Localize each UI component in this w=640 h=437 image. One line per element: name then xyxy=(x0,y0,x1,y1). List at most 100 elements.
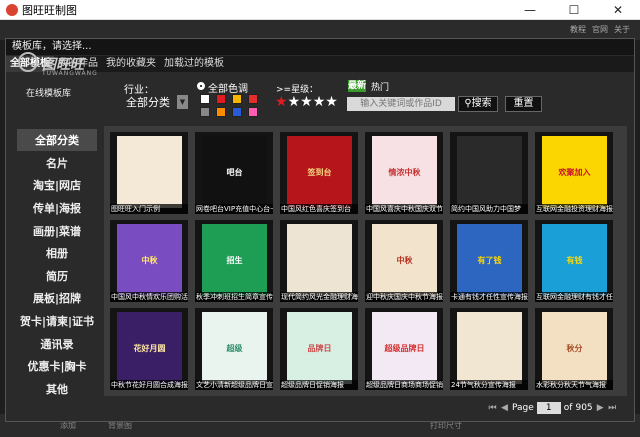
template-card[interactable]: 有了钱 卡通有钱才任性宣传海报 xyxy=(450,220,528,302)
template-caption: 24节气秋分宣传海报 xyxy=(450,380,528,390)
sidebar-item[interactable]: 通讯录 xyxy=(17,333,97,355)
template-thumbnail: 中秋 xyxy=(117,224,182,296)
page-number-input[interactable] xyxy=(536,402,561,414)
template-thumbnail-text: 超级 xyxy=(226,343,243,353)
industry-select-value: 全部分类 xyxy=(126,96,170,109)
template-thumbnail: 品牌日 xyxy=(287,312,352,384)
sidebar-item[interactable]: 全部分类 xyxy=(17,129,97,151)
template-caption: 超级品牌日促销海报 xyxy=(280,380,358,390)
next-page-button[interactable]: ▶ xyxy=(596,403,605,413)
tutorial-link[interactable]: 教程 xyxy=(570,24,586,35)
star-rating-selector[interactable]: ★★★★★ xyxy=(275,94,338,110)
color-swatch[interactable] xyxy=(232,107,242,117)
template-thumbnail: 有了钱 xyxy=(457,224,522,296)
template-caption: 网卷吧台VIP充值中心台卡 xyxy=(195,204,273,214)
template-card[interactable]: 欢聚加入 互联网金融投资理财海报 xyxy=(535,132,613,214)
template-thumbnail: 秋分 xyxy=(542,312,607,384)
sort-hot-button[interactable]: 热门 xyxy=(371,80,389,93)
sidebar-item[interactable]: 简历 xyxy=(17,265,97,287)
template-card[interactable]: 品牌日超级品牌日促销海报 xyxy=(280,308,358,390)
star-icon[interactable]: ★ xyxy=(313,94,326,110)
sort-newest-button[interactable]: 最新 xyxy=(348,80,366,92)
search-input[interactable] xyxy=(347,97,455,111)
template-card[interactable]: 情浓中秋 中国风喜庆中秋国庆双节 xyxy=(365,132,443,214)
star-icon[interactable]: ★ xyxy=(300,94,313,110)
tab-my-favorites[interactable]: 我的收藏夹 xyxy=(102,56,160,72)
template-card[interactable]: 吧台网卷吧台VIP充值中心台卡 xyxy=(195,132,273,214)
template-card[interactable]: 秋分 水彩秋分秋天节气海报 xyxy=(535,308,613,390)
template-card[interactable]: 中秋中国风中秋情欢乐团购活 xyxy=(110,220,188,302)
template-thumbnail-text: 超级品牌日 xyxy=(384,343,425,353)
search-button[interactable]: ⚲搜索 xyxy=(458,96,498,112)
template-thumbnail-text: 有钱 xyxy=(566,255,583,265)
template-thumbnail xyxy=(287,224,352,296)
sidebar-item[interactable]: 淘宝|网店 xyxy=(17,174,97,196)
all-colors-label: 全部色调 xyxy=(208,84,248,95)
template-caption: 超级品牌日商场商场促销 xyxy=(365,380,443,390)
template-thumbnail xyxy=(457,312,522,384)
template-card[interactable]: 超级 文艺小清新超级品牌日宣 xyxy=(195,308,273,390)
sidebar-item[interactable]: 其他 xyxy=(17,378,97,400)
color-swatch[interactable] xyxy=(232,94,242,104)
template-card[interactable]: 图旺旺入门示例 xyxy=(110,132,188,214)
tab-loaded-templates[interactable]: 加载过的模板 xyxy=(160,56,228,72)
category-sidebar: 全部分类 名片 淘宝|网店 传单|海报 画册|菜谱 相册 简历 展板|招牌 贺卡|请柬|证书 通讯… xyxy=(17,129,97,401)
template-thumbnail-text: 品牌日 xyxy=(307,343,332,353)
first-page-button[interactable]: ⏮ xyxy=(488,403,497,413)
template-card[interactable]: 花好月圆中秋节花好月圆合成海报 xyxy=(110,308,188,390)
color-swatch[interactable] xyxy=(200,107,210,117)
template-thumbnail-text: 花好月圆 xyxy=(133,343,166,353)
template-caption: 简约中国风助力中国梦 xyxy=(450,204,528,214)
template-caption: 秋季冲刺班招生简章宣传 xyxy=(195,292,273,302)
template-card[interactable]: 超级品牌日超级品牌日商场商场促销 xyxy=(365,308,443,390)
template-thumbnail-text: 中秋 xyxy=(396,255,413,265)
brand-caption: 在线模板库 xyxy=(26,89,72,99)
template-caption: 水彩秋分秋天节气海报 xyxy=(535,380,613,390)
template-card[interactable]: 简约中国风助力中国梦 xyxy=(450,132,528,214)
all-colors-radio[interactable] xyxy=(197,82,205,90)
minimize-button[interactable]: — xyxy=(508,0,552,20)
reset-button[interactable]: 重置 xyxy=(505,96,542,112)
brand-logo: 图旺旺 TUWANGWANG 在线模板库 xyxy=(16,52,97,116)
color-swatch[interactable] xyxy=(248,94,258,104)
sidebar-item[interactable]: 相册 xyxy=(17,242,97,264)
template-thumbnail: 吧台 xyxy=(202,136,267,208)
close-button[interactable]: ✕ xyxy=(596,0,640,20)
template-thumbnail: 招生 xyxy=(202,224,267,296)
template-card[interactable]: 有钱 互联网金融理财有钱才任性 xyxy=(535,220,613,302)
sidebar-item[interactable]: 贺卡|请柬|证书 xyxy=(17,310,97,332)
template-thumbnail xyxy=(117,136,182,208)
sidebar-item[interactable]: 名片 xyxy=(17,152,97,174)
star-icon[interactable]: ★ xyxy=(275,94,288,110)
star-icon[interactable]: ★ xyxy=(288,94,301,110)
sidebar-item[interactable]: 画册|菜谱 xyxy=(17,220,97,242)
template-thumbnail: 中秋 xyxy=(372,224,437,296)
template-card[interactable]: 24节气秋分宣传海报 xyxy=(450,308,528,390)
template-card[interactable]: 招生秋季冲刺班招生简章宣传 xyxy=(195,220,273,302)
last-page-button[interactable]: ⏭ xyxy=(608,403,617,413)
color-swatch[interactable] xyxy=(216,107,226,117)
color-swatch[interactable] xyxy=(248,107,258,117)
sidebar-item[interactable]: 传单|海报 xyxy=(17,197,97,219)
template-thumbnail: 情浓中秋 xyxy=(372,136,437,208)
template-card[interactable]: 现代简约风光金融理财海 xyxy=(280,220,358,302)
template-caption: 中秋节花好月圆合成海报 xyxy=(110,380,188,390)
template-thumbnail-text: 吧台 xyxy=(226,167,243,177)
template-thumbnail-text: 中秋 xyxy=(141,255,158,265)
color-swatch[interactable] xyxy=(216,94,226,104)
maximize-button[interactable]: ☐ xyxy=(552,0,596,20)
about-link[interactable]: 关于 xyxy=(614,24,630,35)
sidebar-item[interactable]: 优惠卡|胸卡 xyxy=(17,355,97,377)
template-thumbnail: 超级品牌日 xyxy=(372,312,437,384)
star-icon[interactable]: ★ xyxy=(325,94,338,110)
prev-page-button[interactable]: ◀ xyxy=(500,403,509,413)
template-card[interactable]: 中秋 迎中秋庆国庆中秋节海报 xyxy=(365,220,443,302)
template-caption: 中国风中秋情欢乐团购活 xyxy=(110,292,188,302)
template-thumbnail-text: 有了钱 xyxy=(477,255,502,265)
sidebar-item[interactable]: 展板|招牌 xyxy=(17,287,97,309)
color-swatch[interactable] xyxy=(200,94,210,104)
industry-select[interactable]: 全部分类 ▼ xyxy=(122,94,188,110)
template-card[interactable]: 签到台 中国风红色喜庆签到台 xyxy=(280,132,358,214)
template-thumbnail-text: 招生 xyxy=(226,255,243,265)
official-site-link[interactable]: 官网 xyxy=(592,24,608,35)
